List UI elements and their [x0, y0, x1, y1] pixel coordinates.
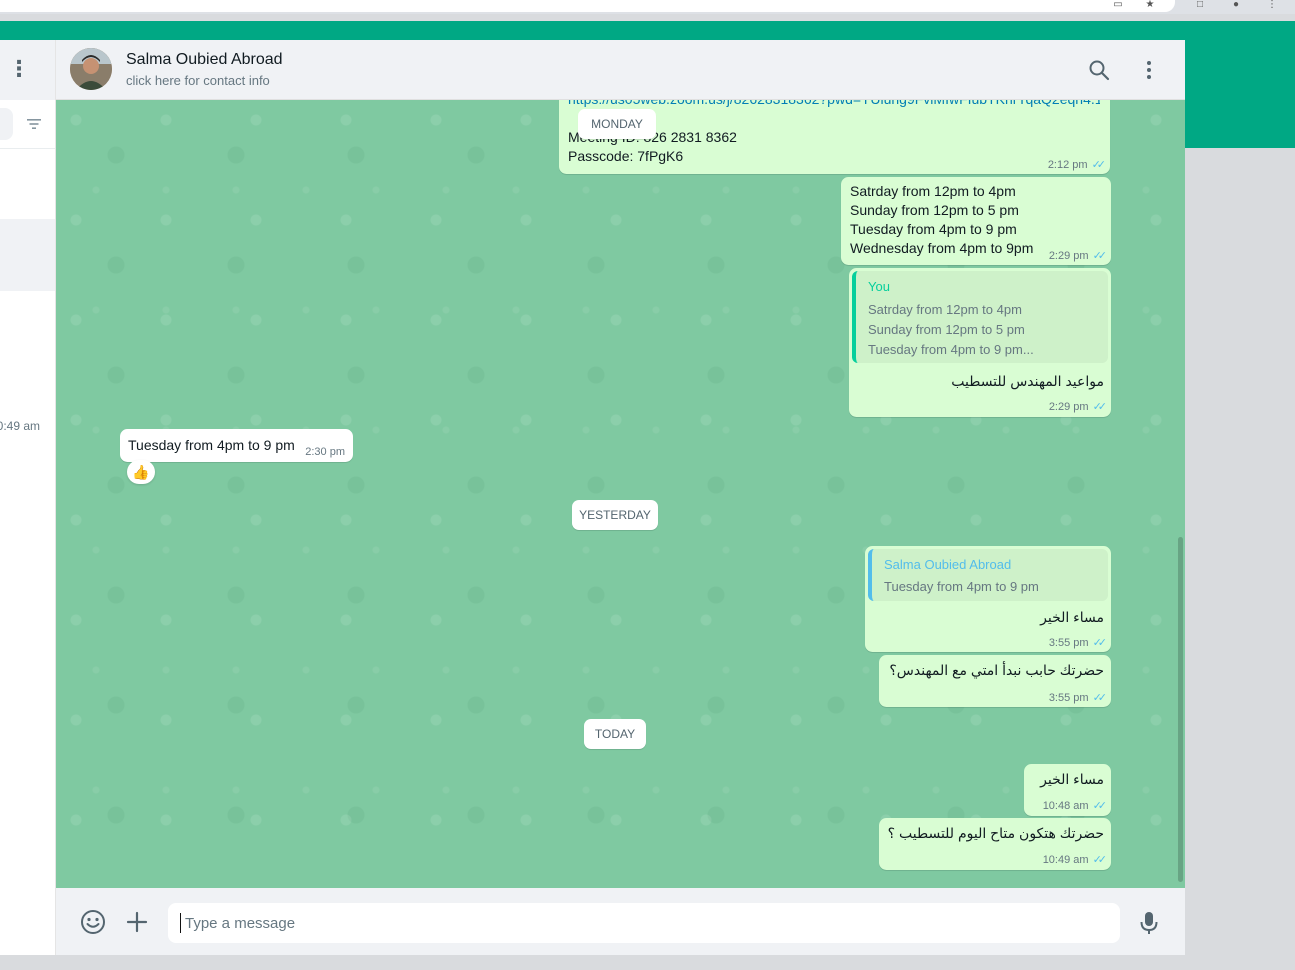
chat-list-item-time: 10:49 am	[0, 419, 41, 433]
message-text: مواعيد المهندس للتسطيب	[951, 373, 1104, 389]
message-outgoing[interactable]: حضرتك حابب نبدأ امتي مع المهندس؟ 3:55 pm…	[879, 655, 1111, 707]
read-ticks-icon: ✓✓	[1091, 159, 1107, 171]
quoted-author: Salma Oubied Abroad	[884, 557, 1012, 572]
message-time: 2:29 pm ✓✓	[1048, 250, 1108, 262]
menu-icon[interactable]	[1137, 58, 1161, 82]
browser-top-strip: ▭ ★ □ ● ⋮	[0, 0, 1295, 14]
message-input[interactable]	[180, 913, 1100, 933]
contact-name[interactable]: Salma Oubied Abroad	[126, 51, 283, 69]
message-text: Tuesday from 4pm to 9 pm	[128, 437, 295, 453]
quoted-text: Tuesday from 4pm to 9 pm...	[868, 342, 1034, 357]
message-text: Wednesday from 4pm to 9pm	[850, 240, 1034, 256]
read-ticks-icon: ✓✓	[1092, 250, 1108, 262]
emoji-icon[interactable]	[79, 908, 107, 936]
message-time: 2:29 pm ✓✓	[1048, 401, 1108, 413]
message-outgoing[interactable]: Satrday from 12pm to 4pm Sunday from 12p…	[841, 177, 1111, 265]
message-time: 10:49 am ✓✓	[1042, 854, 1108, 866]
avatar[interactable]	[70, 48, 112, 90]
quoted-author: You	[868, 279, 890, 294]
contact-info-link[interactable]: click here for contact info	[126, 73, 270, 88]
chat-header[interactable]: Salma Oubied Abroad click here for conta…	[56, 40, 1185, 100]
message-time: 3:55 pm ✓✓	[1048, 637, 1108, 649]
chat-list-panel: ⋮ 10:49 am	[0, 40, 56, 955]
chat-search-input[interactable]	[0, 108, 13, 140]
chat-list-item-selected[interactable]: 10:49 am	[0, 219, 55, 433]
message-input-box[interactable]	[168, 903, 1120, 943]
attach-icon[interactable]	[123, 908, 151, 936]
quoted-message[interactable]: Salma Oubied Abroad Tuesday from 4pm to …	[868, 549, 1108, 601]
scrollbar[interactable]	[1178, 537, 1183, 882]
star-icon[interactable]: ★	[1144, 0, 1156, 10]
message-outgoing[interactable]: حضرتك هتكون متاح اليوم للتسطيب ؟ 10:49 a…	[879, 818, 1111, 870]
message-outgoing-reply[interactable]: You Satrday from 12pm to 4pm Sunday from…	[849, 268, 1111, 417]
read-ticks-icon: ✓✓	[1092, 800, 1108, 812]
message-text: Passcode: 7fPgK6	[568, 148, 684, 164]
date-separator: MONDAY	[578, 109, 656, 139]
page-background-bottom	[0, 955, 1185, 970]
browser-menu-icon[interactable]: ⋮	[1266, 0, 1278, 10]
message-text: Tuesday from 4pm to 9 pm	[850, 221, 1017, 237]
message-link[interactable]: https://us05web.zoom.us/j/82628318362?pw…	[568, 100, 1100, 109]
message-incoming[interactable]: Tuesday from 4pm to 9 pm 2:30 pm	[120, 429, 353, 462]
chat-list-header: ⋮	[0, 40, 55, 100]
message-time: 3:55 pm ✓✓	[1048, 692, 1108, 704]
quoted-message[interactable]: You Satrday from 12pm to 4pm Sunday from…	[852, 271, 1108, 363]
quoted-text: Sunday from 12pm to 5 pm	[868, 322, 1025, 337]
message-text: حضرتك حابب نبدأ امتي مع المهندس؟	[889, 662, 1104, 678]
message-time: 2:12 pm ✓✓	[1047, 159, 1107, 171]
reaction-thumbs-up-icon[interactable]: 👍	[127, 460, 155, 484]
quoted-text: Tuesday from 4pm to 9 pm	[884, 579, 1039, 594]
message-text: Sunday from 12pm to 5 pm	[850, 202, 1019, 218]
profile-icon[interactable]: ●	[1230, 0, 1242, 10]
read-ticks-icon: ✓✓	[1092, 637, 1108, 649]
date-separator: YESTERDAY	[572, 500, 658, 530]
message-composer	[56, 888, 1185, 955]
cast-icon[interactable]: ▭	[1112, 0, 1124, 10]
message-text: Satrday from 12pm to 4pm	[850, 183, 1016, 199]
tab-search-icon[interactable]: □	[1194, 0, 1206, 10]
search-icon[interactable]	[1087, 58, 1111, 82]
page-background	[1185, 148, 1295, 970]
read-ticks-icon: ✓✓	[1092, 692, 1108, 704]
microphone-icon[interactable]	[1135, 909, 1163, 937]
message-text: مساء الخير	[1040, 609, 1104, 625]
message-outgoing-reply[interactable]: Salma Oubied Abroad Tuesday from 4pm to …	[865, 546, 1111, 652]
message-time: 2:30 pm	[305, 446, 345, 458]
read-ticks-icon: ✓✓	[1092, 401, 1108, 413]
filter-icon[interactable]	[24, 114, 44, 134]
message-outgoing[interactable]: مساء الخير 10:48 am ✓✓	[1024, 764, 1111, 816]
message-list[interactable]: https://us05web.zoom.us/j/82628318362?pw…	[56, 100, 1185, 888]
menu-icon[interactable]: ⋮	[8, 58, 30, 82]
read-ticks-icon: ✓✓	[1092, 854, 1108, 866]
date-separator: TODAY	[584, 719, 646, 749]
divider	[0, 148, 55, 149]
message-text: مساء الخير	[1040, 771, 1104, 787]
message-time: 10:48 am ✓✓	[1042, 800, 1108, 812]
message-text: حضرتك هتكون متاح اليوم للتسطيب ؟	[887, 825, 1104, 841]
quoted-text: Satrday from 12pm to 4pm	[868, 302, 1022, 317]
browser-tab	[0, 0, 1175, 12]
